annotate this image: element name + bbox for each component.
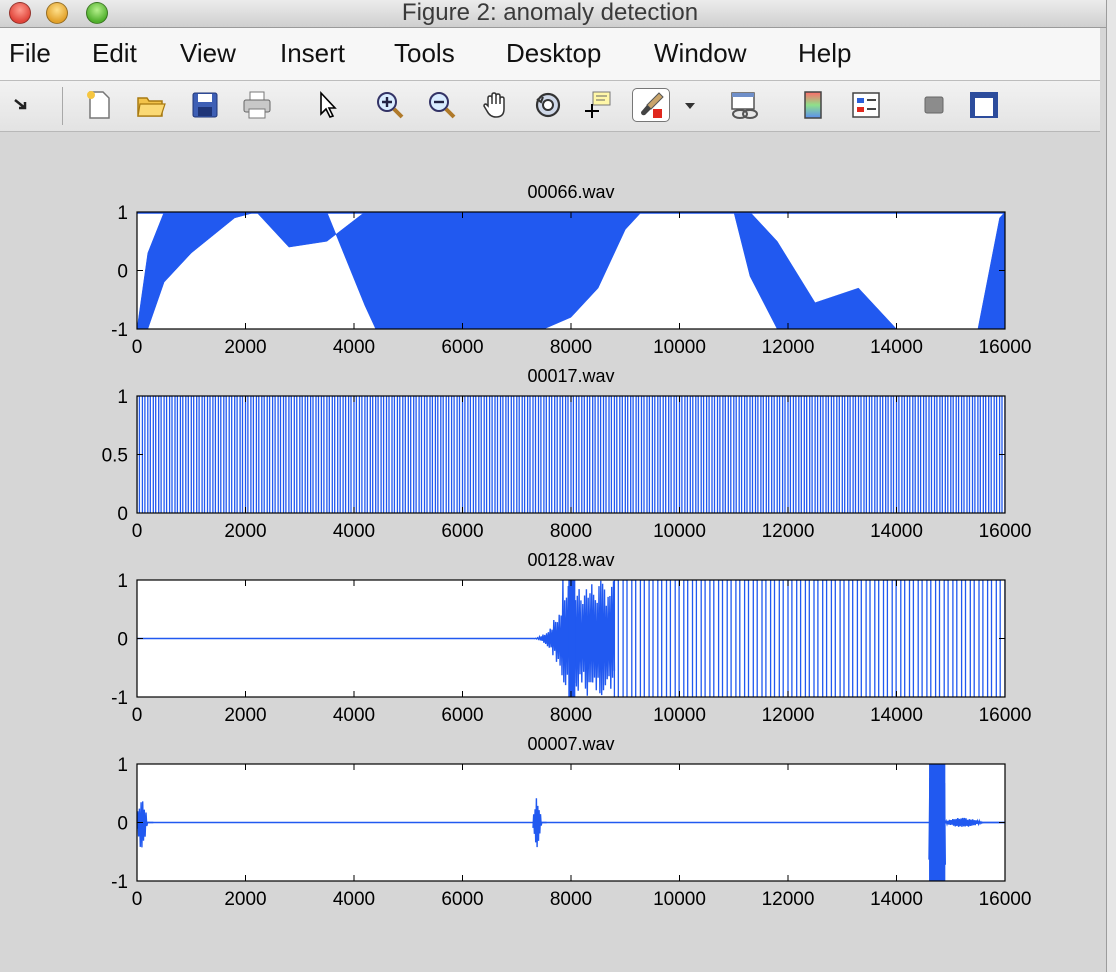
signal-saturated-block bbox=[568, 580, 576, 697]
x-tick-label: 10000 bbox=[653, 889, 706, 910]
subplot-title: 00007.wav bbox=[527, 734, 614, 754]
x-tick-label: 6000 bbox=[441, 889, 483, 910]
rotate-3d-icon[interactable] bbox=[532, 89, 564, 121]
colorbar-icon[interactable] bbox=[798, 89, 830, 121]
open-file-icon[interactable] bbox=[135, 89, 167, 121]
y-tick-label: -1 bbox=[111, 872, 128, 893]
y-tick-label: 1 bbox=[117, 755, 128, 776]
background-window-edge bbox=[1106, 0, 1116, 972]
hide-plot-tools-icon[interactable] bbox=[918, 89, 950, 121]
y-tick-label: -1 bbox=[111, 320, 128, 341]
print-icon[interactable] bbox=[241, 89, 273, 121]
zoom-out-icon[interactable] bbox=[426, 89, 458, 121]
x-tick-label: 8000 bbox=[550, 705, 592, 726]
x-tick-label: 14000 bbox=[870, 705, 923, 726]
menu-desktop[interactable]: Desktop bbox=[506, 37, 601, 69]
x-tick-label: 16000 bbox=[979, 705, 1032, 726]
x-tick-label: 2000 bbox=[224, 889, 266, 910]
x-tick-label: 10000 bbox=[653, 337, 706, 358]
x-tick-label: 8000 bbox=[550, 889, 592, 910]
y-tick-label: -1 bbox=[111, 688, 128, 709]
subplot-title: 00128.wav bbox=[527, 550, 614, 570]
brush-icon[interactable] bbox=[632, 88, 670, 122]
y-tick-label: 0 bbox=[117, 504, 128, 525]
brush-dropdown-icon[interactable] bbox=[682, 89, 698, 121]
y-tick-label: 0 bbox=[117, 262, 128, 283]
subplot-1: 0 2000 4000 6000 8000 10000 12000 14000 16000-10… bbox=[111, 182, 1031, 358]
show-plot-tools-icon[interactable] bbox=[968, 89, 1000, 121]
y-tick-label: 1 bbox=[117, 571, 128, 592]
figure-toolbar bbox=[0, 81, 1100, 132]
subplot-title: 00066.wav bbox=[527, 182, 614, 202]
y-tick-label: 0 bbox=[117, 814, 128, 835]
new-figure-icon[interactable] bbox=[83, 89, 115, 121]
subplot-title: 00017.wav bbox=[527, 366, 614, 386]
x-tick-label: 0 bbox=[132, 337, 143, 358]
pan-hand-icon[interactable] bbox=[480, 89, 512, 121]
x-tick-label: 16000 bbox=[979, 521, 1032, 542]
subplot-3: 0 2000 4000 6000 8000 10000 12000 14000 16000-10… bbox=[111, 550, 1031, 726]
x-tick-label: 10000 bbox=[653, 705, 706, 726]
dock-arrow-icon[interactable] bbox=[6, 89, 38, 121]
x-tick-label: 6000 bbox=[441, 705, 483, 726]
x-tick-label: 16000 bbox=[979, 889, 1032, 910]
x-tick-label: 14000 bbox=[870, 337, 923, 358]
window-title: Figure 2: anomaly detection bbox=[401, 0, 699, 26]
x-tick-label: 0 bbox=[132, 521, 143, 542]
x-tick-label: 4000 bbox=[333, 705, 375, 726]
data-cursor-icon[interactable] bbox=[582, 89, 614, 121]
menu-window[interactable]: Window bbox=[654, 37, 746, 69]
y-tick-label: 1 bbox=[117, 387, 128, 408]
y-tick-label: 0 bbox=[117, 630, 128, 651]
menu-help[interactable]: Help bbox=[798, 37, 851, 69]
menu-tools[interactable]: Tools bbox=[394, 37, 455, 69]
y-tick-label: 0.5 bbox=[102, 446, 128, 467]
x-tick-label: 0 bbox=[132, 705, 143, 726]
link-plot-icon[interactable] bbox=[728, 89, 760, 121]
x-tick-label: 2000 bbox=[224, 337, 266, 358]
figure-canvas: 0 2000 4000 6000 8000 10000 12000 14000 16000 -1 0… bbox=[0, 132, 1106, 972]
x-tick-label: 12000 bbox=[762, 337, 815, 358]
x-tick-label: 2000 bbox=[224, 521, 266, 542]
subplot-2: 0 2000 4000 6000 8000 10000 12000 14000 16000 0 0.… bbox=[102, 366, 1032, 542]
x-tick-label: 4000 bbox=[333, 521, 375, 542]
window-titlebar: Figure 2: anomaly detection bbox=[0, 0, 1116, 28]
x-tick-label: 8000 bbox=[550, 337, 592, 358]
x-tick-label: 12000 bbox=[762, 521, 815, 542]
x-tick-label: 12000 bbox=[762, 889, 815, 910]
x-tick-label: 0 bbox=[132, 889, 143, 910]
x-tick-label: 12000 bbox=[762, 705, 815, 726]
x-tick-label: 16000 bbox=[979, 337, 1032, 358]
menu-bar: File Edit View Insert Tools Desktop Wind… bbox=[0, 28, 1100, 81]
save-icon[interactable] bbox=[189, 89, 221, 121]
zoom-in-icon[interactable] bbox=[374, 89, 406, 121]
x-tick-label: 6000 bbox=[441, 521, 483, 542]
subplots: 0 2000 4000 6000 8000 10000 12000 14000 16000-10… bbox=[102, 182, 1032, 910]
legend-icon[interactable] bbox=[850, 89, 882, 121]
subplot-4: 0 2000 4000 6000 8000 10000 12000 14000 16000-10… bbox=[111, 734, 1031, 910]
x-tick-label: 4000 bbox=[333, 337, 375, 358]
x-tick-label: 2000 bbox=[224, 705, 266, 726]
pointer-icon[interactable] bbox=[312, 89, 344, 121]
x-tick-label: 14000 bbox=[870, 889, 923, 910]
x-tick-label: 4000 bbox=[333, 889, 375, 910]
menu-insert[interactable]: Insert bbox=[280, 37, 345, 69]
menu-file[interactable]: File bbox=[9, 37, 51, 69]
signal-saturated-block bbox=[929, 764, 946, 881]
menu-view[interactable]: View bbox=[180, 37, 236, 69]
x-tick-label: 6000 bbox=[441, 337, 483, 358]
x-tick-label: 8000 bbox=[550, 521, 592, 542]
y-tick-label: 1 bbox=[117, 203, 128, 224]
x-tick-label: 10000 bbox=[653, 521, 706, 542]
menu-edit[interactable]: Edit bbox=[92, 37, 137, 69]
toolbar-separator bbox=[62, 87, 63, 125]
x-tick-label: 14000 bbox=[870, 521, 923, 542]
